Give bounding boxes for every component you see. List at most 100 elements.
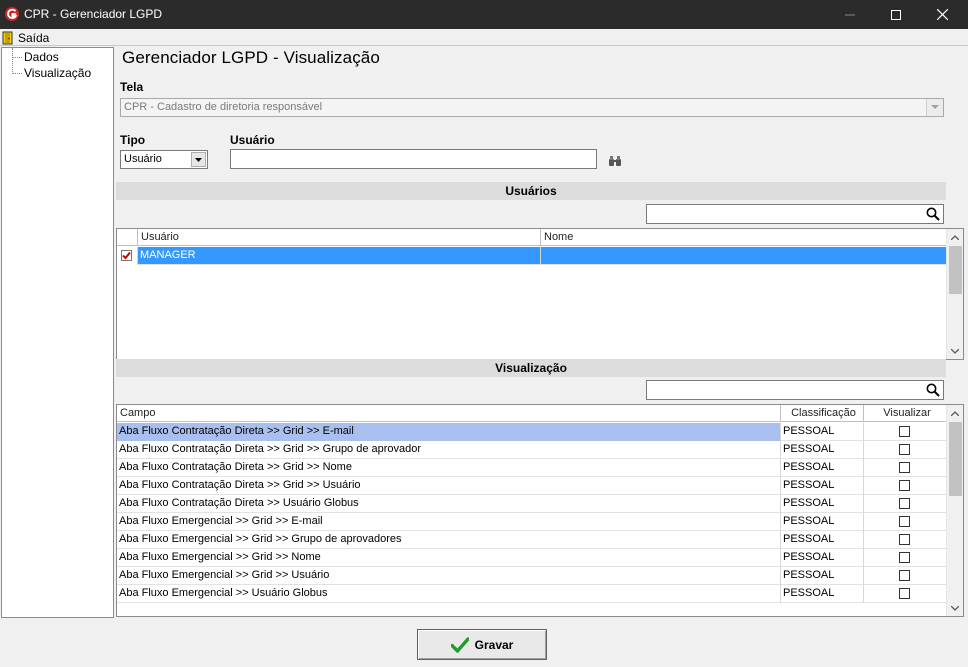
cell-visualizar[interactable] [864, 477, 947, 495]
table-row[interactable]: Aba Fluxo Contratação Direta >> Grid >> … [117, 477, 947, 495]
usuarios-grid: Usuário Nome MANAGER [116, 228, 964, 360]
visualizar-checkbox[interactable] [899, 516, 910, 527]
visualizar-checkbox[interactable] [899, 534, 910, 545]
scroll-up-icon[interactable] [947, 405, 963, 421]
table-row[interactable]: Aba Fluxo Emergencial >> Grid >> Grupo d… [117, 531, 947, 549]
cell-campo: Aba Fluxo Contratação Direta >> Grid >> … [117, 477, 781, 495]
usuarios-grid-header: Usuário Nome [117, 229, 947, 246]
cell-campo: Aba Fluxo Emergencial >> Grid >> Nome [117, 549, 781, 567]
usuarios-search-input[interactable] [646, 204, 944, 224]
visualizar-checkbox[interactable] [899, 444, 910, 455]
table-row[interactable]: Aba Fluxo Emergencial >> Usuário Globus P… [117, 585, 947, 603]
tipo-label: Tipo [120, 133, 146, 147]
minimize-button[interactable] [827, 0, 873, 29]
cell-classificacao: PESSOAL [781, 441, 864, 459]
cell-visualizar[interactable] [864, 513, 947, 531]
cell-campo: Aba Fluxo Contratação Direta >> Grid >> … [117, 459, 781, 477]
footer-bar: Gravar [0, 618, 968, 667]
table-row[interactable]: Aba Fluxo Contratação Direta >> Usuário … [117, 495, 947, 513]
tipo-select-value: Usuário [124, 153, 162, 165]
column-header-check [117, 229, 138, 246]
column-header-usuario[interactable]: Usuário [138, 229, 541, 246]
scroll-down-icon[interactable] [947, 600, 963, 616]
cell-campo: Aba Fluxo Contratação Direta >> Grid >> … [117, 441, 781, 459]
cell-classificacao: PESSOAL [781, 567, 864, 585]
tree-connector [12, 48, 13, 74]
column-header-visualizar[interactable]: Visualizar [864, 405, 947, 422]
visualizar-checkbox[interactable] [899, 498, 910, 509]
menu-item-saida[interactable]: Saída [2, 29, 49, 46]
chevron-down-icon [926, 99, 943, 116]
table-row[interactable]: Aba Fluxo Emergencial >> Grid >> E-mail P… [117, 513, 947, 531]
save-button[interactable]: Gravar [417, 629, 547, 660]
binoculars-icon[interactable] [608, 155, 622, 167]
cell-classificacao: PESSOAL [781, 531, 864, 549]
table-row[interactable]: Aba Fluxo Contratação Direta >> Grid >> … [117, 423, 947, 441]
tree-connector [12, 73, 22, 74]
cell-visualizar[interactable] [864, 423, 947, 441]
visualizacao-section-header: Visualização [116, 359, 946, 377]
tipo-select[interactable]: Usuário [120, 150, 208, 169]
table-row[interactable]: MANAGER [117, 247, 947, 265]
search-icon[interactable] [926, 383, 940, 397]
usuarios-section-header: Usuários [116, 182, 946, 200]
maximize-button[interactable] [873, 0, 919, 29]
tela-select-value: CPR - Cadastro de diretoria responsável [124, 101, 323, 113]
table-row[interactable]: Aba Fluxo Emergencial >> Grid >> Nome PES… [117, 549, 947, 567]
minimize-icon [845, 14, 855, 15]
cell-visualizar[interactable] [864, 567, 947, 585]
visualizacao-search-input[interactable] [646, 380, 944, 400]
cell-visualizar[interactable] [864, 531, 947, 549]
table-row[interactable]: Aba Fluxo Contratação Direta >> Grid >> … [117, 441, 947, 459]
window-title: CPR - Gerenciador LGPD [24, 7, 163, 21]
scroll-down-icon[interactable] [947, 343, 963, 359]
cell-classificacao: PESSOAL [781, 477, 864, 495]
usuario-input[interactable] [230, 149, 597, 169]
tree-item-label: Dados [24, 50, 59, 64]
window-titlebar: CPR - Gerenciador LGPD [0, 0, 968, 29]
close-button[interactable] [919, 0, 965, 29]
visualizar-checkbox[interactable] [899, 552, 910, 563]
cell-campo: Aba Fluxo Emergencial >> Usuário Globus [117, 585, 781, 603]
cell-visualizar[interactable] [864, 549, 947, 567]
table-row[interactable]: Aba Fluxo Contratação Direta >> Grid >> … [117, 459, 947, 477]
cell-campo: Aba Fluxo Contratação Direta >> Usuário … [117, 495, 781, 513]
cell-classificacao: PESSOAL [781, 513, 864, 531]
checkmark-icon [450, 636, 469, 653]
search-icon[interactable] [926, 207, 940, 221]
visualizar-checkbox[interactable] [899, 426, 910, 437]
cell-visualizar[interactable] [864, 495, 947, 513]
visualizar-checkbox[interactable] [899, 588, 910, 599]
column-header-nome[interactable]: Nome [541, 229, 947, 246]
checkbox-checked[interactable] [121, 250, 132, 261]
main-panel: Gerenciador LGPD - Visualização Tela CPR… [114, 46, 968, 618]
visualizar-checkbox[interactable] [899, 462, 910, 473]
navigation-tree: Dados Visualização [1, 47, 114, 618]
cell-visualizar[interactable] [864, 585, 947, 603]
row-checkbox-cell[interactable] [117, 247, 138, 265]
visualizacao-grid-header: Campo Classificação Visualizar [117, 405, 947, 422]
scroll-thumb[interactable] [949, 246, 962, 294]
usuarios-scrollbar[interactable] [946, 229, 963, 359]
visualizar-checkbox[interactable] [899, 480, 910, 491]
scroll-thumb[interactable] [949, 422, 962, 496]
menu-item-saida-label: Saída [18, 30, 50, 45]
visualizacao-grid: Campo Classificação Visualizar Aba Fluxo… [116, 404, 964, 617]
cell-usuario: MANAGER [138, 247, 541, 265]
table-row[interactable]: Aba Fluxo Emergencial >> Grid >> Usuário… [117, 567, 947, 585]
visualizar-checkbox[interactable] [899, 570, 910, 581]
page-title: Gerenciador LGPD - Visualização [122, 48, 380, 67]
usuario-label: Usuário [230, 133, 275, 147]
visualizacao-scrollbar[interactable] [946, 405, 963, 616]
cell-classificacao: PESSOAL [781, 459, 864, 477]
cell-visualizar[interactable] [864, 441, 947, 459]
close-icon [936, 9, 948, 20]
cell-campo: Aba Fluxo Contratação Direta >> Grid >> … [117, 423, 781, 441]
cell-classificacao: PESSOAL [781, 549, 864, 567]
column-header-campo[interactable]: Campo [117, 405, 781, 422]
tree-connector [12, 57, 22, 58]
column-header-classificacao[interactable]: Classificação [781, 405, 864, 422]
scroll-up-icon[interactable] [947, 229, 963, 245]
cell-visualizar[interactable] [864, 459, 947, 477]
cell-campo: Aba Fluxo Emergencial >> Grid >> Grupo d… [117, 531, 781, 549]
